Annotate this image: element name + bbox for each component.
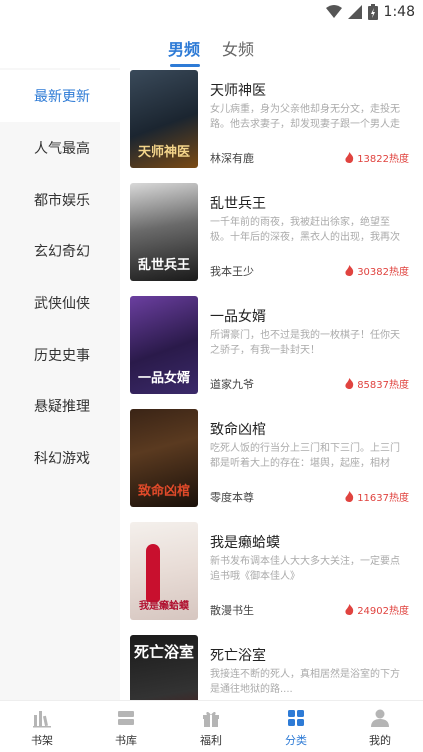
book-title: 死亡浴室 — [210, 648, 266, 664]
book-description: 我接连不断的死人，真相居然是浴室的下方是通往地狱的路.... — [210, 669, 400, 695]
book-title: 乱世兵王 — [210, 196, 266, 212]
category-icon — [288, 710, 304, 726]
heat-badge: 30382热度 — [345, 263, 409, 278]
nav-library[interactable]: 书库 — [96, 707, 156, 751]
bottom-nav: 书架 书库 福利 分类 我的 — [0, 700, 423, 752]
wifi-icon — [325, 5, 342, 18]
book-cover: 我是癞蛤蟆 — [130, 522, 198, 620]
book-description: 吃死人饭的行当分上三门和下三门。上三门都是听着大上的存在：堪舆，起座，相材铺。下… — [210, 443, 400, 469]
book-author: 散漫书生 — [210, 604, 254, 617]
status-time: 1:48 — [383, 4, 415, 20]
heat-badge: 24902热度 — [345, 602, 409, 617]
cover-figure — [146, 544, 160, 602]
book-item[interactable]: 死亡浴室 死亡浴室 我接连不断的死人，真相居然是浴室的下方是通往地狱的路.... — [120, 633, 423, 700]
nav-welfare[interactable]: 福利 — [181, 707, 241, 751]
heat-count: 24902热度 — [357, 606, 409, 617]
library-icon — [118, 711, 134, 725]
nav-label: 我的 — [369, 734, 391, 747]
nav-label: 书库 — [115, 734, 137, 747]
book-author: 零度本尊 — [210, 491, 254, 504]
book-description: 所谓豪门，也不过是我的一枚棋子！任你天之骄子，有我一卦封天！ — [210, 330, 400, 356]
bookshelf-icon — [33, 711, 51, 728]
book-cover: 致命凶棺 — [130, 409, 198, 507]
book-cover: 一品女婿 — [130, 296, 198, 394]
heat-count: 30382热度 — [357, 267, 409, 278]
book-author: 林深有鹿 — [210, 152, 254, 165]
nav-label: 书架 — [31, 734, 53, 747]
book-item[interactable]: 乱世兵王 乱世兵王 一千年前的雨夜，我被赶出徐家，绝望至极。十年后的深夜，黑衣人… — [120, 181, 423, 294]
book-item[interactable]: 一品女婿 一品女婿 所谓豪门，也不过是我的一枚棋子！任你天之骄子，有我一卦封天！… — [120, 294, 423, 407]
category-sidebar: 最新更新 人气最高 都市娱乐 玄幻奇幻 武侠仙侠 历史史事 悬疑推理 科幻游戏 — [0, 68, 120, 700]
heat-badge: 11637热度 — [345, 489, 409, 504]
category-mystery[interactable]: 悬疑推理 — [0, 380, 120, 432]
nav-label: 福利 — [200, 734, 222, 747]
flame-icon — [345, 491, 354, 502]
category-fantasy[interactable]: 玄幻奇幻 — [0, 225, 120, 277]
book-title: 一品女婿 — [210, 309, 266, 325]
book-item[interactable]: 致命凶棺 致命凶棺 吃死人饭的行当分上三门和下三门。上三门都是听着大上的存在：堪… — [120, 407, 423, 520]
tab-male[interactable]: 男频 — [168, 36, 200, 60]
book-title: 致命凶棺 — [210, 422, 266, 438]
flame-icon — [345, 378, 354, 389]
book-cover: 死亡浴室 — [130, 635, 198, 700]
cover-title: 致命凶棺 — [137, 484, 190, 499]
heat-badge: 85837热度 — [345, 376, 409, 391]
flame-icon — [345, 152, 354, 163]
gift-icon — [203, 711, 219, 727]
battery-icon — [367, 4, 378, 20]
heat-count: 13822热度 — [357, 154, 409, 165]
user-icon — [371, 709, 389, 727]
nav-category[interactable]: 分类 — [266, 707, 326, 751]
book-item[interactable]: 我是癞蛤蟆 我是癞蛤蟆 新书发布调本佳人大大多大关注，一定要点追书哦《御本佳人》… — [120, 520, 423, 633]
category-history[interactable]: 历史史事 — [0, 329, 120, 381]
book-title: 天师神医 — [210, 83, 266, 99]
book-cover: 天师神医 — [130, 70, 198, 168]
category-latest[interactable]: 最新更新 — [0, 70, 120, 122]
gender-tabs: 男频 女频 — [0, 36, 423, 72]
book-title: 我是癞蛤蟆 — [210, 535, 280, 551]
tab-female[interactable]: 女频 — [222, 36, 254, 60]
book-description: 新书发布调本佳人大大多大关注，一定要点追书哦《御本佳人》 — [210, 556, 400, 582]
cover-title: 天师神医 — [137, 145, 190, 160]
book-description: 女儿病重，身为父亲他却身无分文，走投无路。他去求妻子，却发现妻子跟一个男人走出.… — [210, 104, 400, 130]
heat-count: 85837热度 — [357, 380, 409, 391]
heat-count: 11637热度 — [357, 493, 409, 504]
status-icons: 1:48 — [325, 4, 415, 20]
cover-title: 一品女婿 — [137, 371, 190, 386]
status-bar: 1:48 — [0, 0, 423, 26]
category-scifi[interactable]: 科幻游戏 — [0, 432, 120, 484]
book-item[interactable]: 天师神医 天师神医 女儿病重，身为父亲他却身无分文，走投无路。他去求妻子，却发现… — [120, 68, 423, 181]
flame-icon — [345, 265, 354, 276]
book-author: 我本王少 — [210, 265, 254, 278]
cover-title: 死亡浴室 — [134, 643, 195, 661]
cover-title: 我是癞蛤蟆 — [139, 601, 189, 612]
category-urban[interactable]: 都市娱乐 — [0, 174, 120, 226]
book-list: 天师神医 天师神医 女儿病重，身为父亲他却身无分文，走投无路。他去求妻子，却发现… — [120, 68, 423, 700]
nav-bookshelf[interactable]: 书架 — [12, 707, 72, 751]
signal-icon — [347, 5, 362, 19]
category-wuxia[interactable]: 武侠仙侠 — [0, 277, 120, 329]
tab-underline — [170, 64, 200, 67]
book-author: 道家九爷 — [210, 378, 254, 391]
book-description: 一千年前的雨夜，我被赶出徐家，绝望至极。十年后的深夜，黑衣人的出现，我再次被推入… — [210, 217, 400, 243]
book-cover: 乱世兵王 — [130, 183, 198, 281]
category-popular[interactable]: 人气最高 — [0, 122, 120, 174]
flame-icon — [345, 604, 354, 615]
nav-profile[interactable]: 我的 — [350, 707, 410, 751]
nav-label: 分类 — [285, 734, 307, 747]
cover-title: 乱世兵王 — [137, 258, 190, 273]
heat-badge: 13822热度 — [345, 150, 409, 165]
